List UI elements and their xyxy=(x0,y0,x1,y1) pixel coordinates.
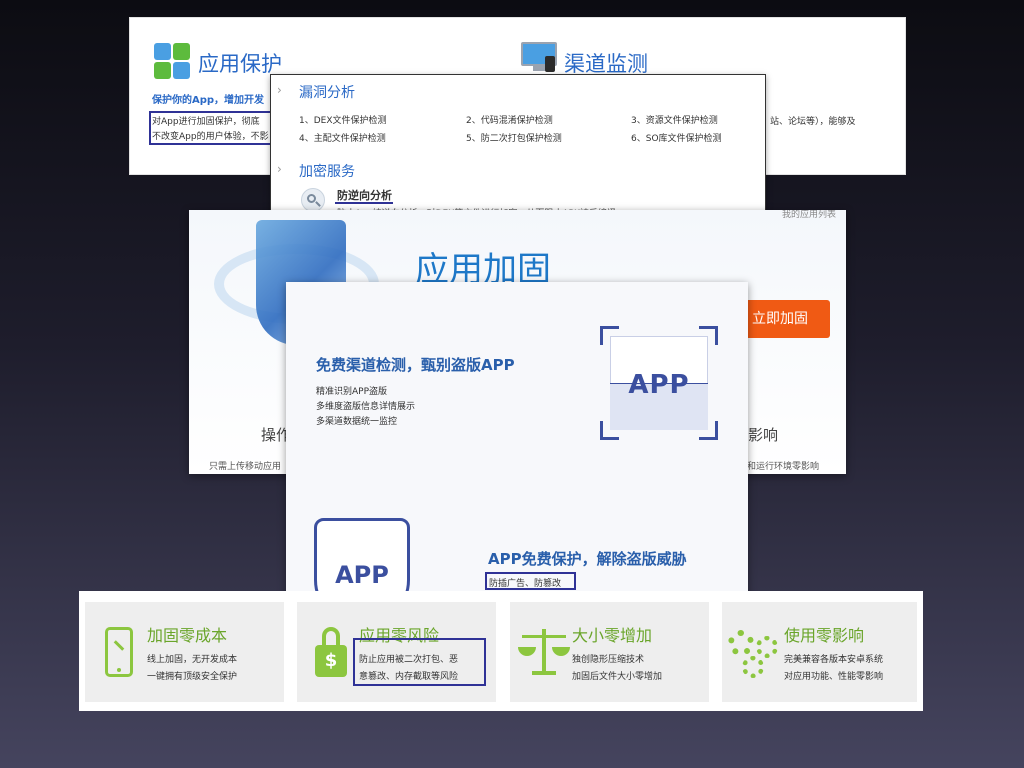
feature-line: 完美兼容各版本安卓系统 xyxy=(784,655,884,665)
service-dropdown-panel: › 漏洞分析 1、DEX文件保护检测 2、代码混淆保护检测 3、资源文件保护检测… xyxy=(270,74,766,214)
feature-operation-desc: 只需上传移动应用 xyxy=(209,462,282,472)
feature-strip: 加固零成本 线上加固，无开发成本 一键拥有顶级安全保护 $ 应用零风险 防止应用… xyxy=(79,591,923,711)
vuln-item[interactable]: 3、资源文件保护检测 xyxy=(631,113,718,126)
feature-tile: 使用零影响 完美兼容各版本安卓系统 对应用功能、性能零影响 xyxy=(722,602,917,702)
feature-impact-desc: 能和运行环境零影响 xyxy=(738,462,820,472)
chevron-right-icon: › xyxy=(277,83,282,97)
feature-line: 对应用功能、性能零影响 xyxy=(784,672,884,682)
feature-line: 独创隐形压缩技术 xyxy=(572,655,645,665)
desc-highlight-box xyxy=(149,111,273,145)
feature-title: 加固零成本 xyxy=(147,626,228,645)
vuln-item[interactable]: 4、主配文件保护检测 xyxy=(299,131,386,144)
anti-reverse-title[interactable]: 防逆向分析 xyxy=(337,187,392,203)
feature-title: 使用零影响 xyxy=(784,626,865,645)
feature-tile: 加固零成本 线上加固，无开发成本 一键拥有顶级安全保护 xyxy=(85,602,284,702)
vuln-item[interactable]: 1、DEX文件保护检测 xyxy=(299,113,387,126)
app-scan-frame-icon: APP xyxy=(600,326,718,440)
detection-line: 精准识别APP盗版 xyxy=(316,387,388,397)
shield-app-label: APP xyxy=(335,561,389,589)
anti-reverse-underline xyxy=(335,202,393,204)
encryption-service-title[interactable]: 加密服务 xyxy=(299,161,355,181)
feature-title: 大小零增加 xyxy=(572,626,653,645)
feature-line: 一键拥有顶级安全保护 xyxy=(147,672,238,682)
channel-monitor-desc: 站、论坛等），能够及 xyxy=(770,117,856,127)
protection-highlight-box xyxy=(485,572,576,590)
lock-dollar-icon: $ xyxy=(315,627,347,677)
gears-icon xyxy=(728,630,782,678)
detection-block-title: 免费渠道检测，甄别盗版APP xyxy=(316,356,515,374)
vuln-item[interactable]: 5、防二次打包保护检测 xyxy=(466,131,562,144)
feature-line: 线上加固，无开发成本 xyxy=(147,655,238,665)
feature-tile: 大小零增加 独创隐形压缩技术 加固后文件大小零增加 xyxy=(510,602,709,702)
scale-icon xyxy=(518,627,570,677)
feature-impact-label: 影响 xyxy=(748,426,779,444)
risk-highlight-box xyxy=(353,638,486,686)
vulnerability-analysis-title[interactable]: 漏洞分析 xyxy=(299,82,355,102)
channel-detection-card: 免费渠道检测，甄别盗版APP 精准识别APP盗版 多维度盗版信息详情展示 多渠道… xyxy=(286,282,748,612)
app-protection-subtitle: 保护你的App，增加开发 xyxy=(152,95,265,106)
chevron-right-icon: › xyxy=(277,162,282,176)
app-label: APP xyxy=(628,370,690,400)
monitor-icon xyxy=(521,42,557,78)
phone-wrench-icon xyxy=(105,627,133,677)
my-apps-link[interactable]: 我的应用列表 xyxy=(782,210,836,220)
detection-line: 多渠道数据统一监控 xyxy=(316,417,398,427)
windows-logo-icon xyxy=(154,43,190,79)
detection-line: 多维度盗版信息详情展示 xyxy=(316,402,416,412)
feature-tile: $ 应用零风险 防止应用被二次打包、恶 意篡改、内存截取等风险 xyxy=(297,602,496,702)
search-icon xyxy=(301,188,325,212)
feature-line: 加固后文件大小零增加 xyxy=(572,672,663,682)
vuln-item[interactable]: 6、SO库文件保护检测 xyxy=(631,131,722,144)
protection-block-title: APP免费保护，解除盗版威胁 xyxy=(488,550,687,568)
vuln-item[interactable]: 2、代码混淆保护检测 xyxy=(466,113,553,126)
